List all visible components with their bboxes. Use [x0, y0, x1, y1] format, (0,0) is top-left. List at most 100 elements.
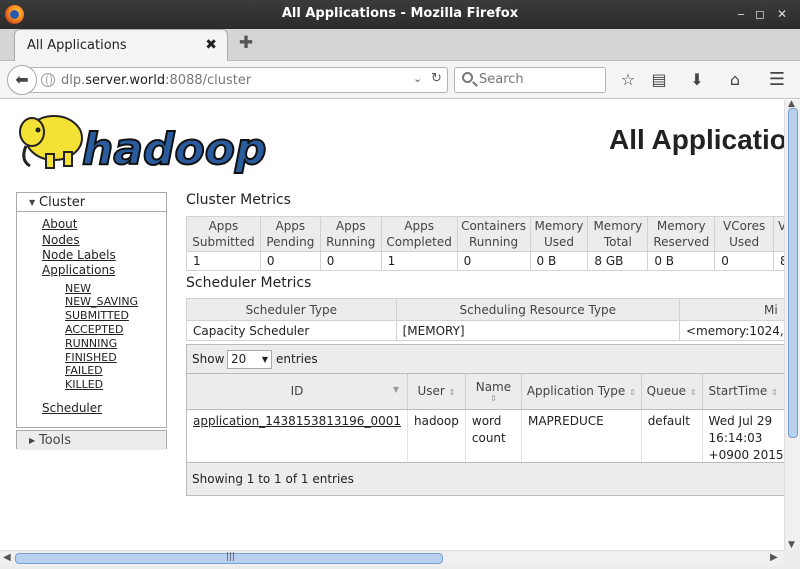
metric-value: 0	[259, 251, 321, 271]
vertical-scrollbar[interactable]: ▲ ▼	[784, 99, 800, 550]
tools-header[interactable]: ▶ Tools	[17, 431, 166, 450]
horizontal-scroll-thumb[interactable]: |||	[15, 552, 443, 564]
sort-icon: ⇕	[490, 393, 497, 403]
applications-footer: Showing 1 to 1 of 1 entries	[187, 462, 784, 495]
app-starttime-cell: Wed Jul 29 16:14:03 +0900 2015	[702, 409, 784, 467]
globe-icon	[41, 73, 55, 87]
scheduler-metrics-title: Scheduler Metrics	[186, 275, 312, 291]
close-window-icon[interactable]: ✕	[774, 6, 790, 22]
metric-header: Memory Used	[529, 216, 589, 252]
column-header-user[interactable]: User ⇕	[407, 374, 466, 410]
scheduler-header: Mi	[678, 298, 784, 321]
sidebar-state-failed[interactable]: FAILED	[65, 364, 103, 377]
app-user-cell: hadoop	[407, 409, 466, 467]
back-button[interactable]: ⬅	[7, 65, 37, 95]
caret-down-icon: ▼	[29, 198, 36, 207]
scroll-left-icon[interactable]: ◀	[3, 552, 11, 563]
metric-value: 0	[456, 251, 531, 271]
app-id-link[interactable]: application_1438153813196_0001	[193, 414, 401, 428]
cluster-metrics-title: Cluster Metrics	[186, 192, 291, 208]
url-text[interactable]: dlp.server.world:8088/cluster	[61, 73, 251, 88]
scheduler-value: [MEMORY]	[395, 320, 680, 341]
minimize-icon[interactable]: ‒	[733, 6, 749, 22]
menu-icon[interactable]: ☰	[766, 69, 788, 91]
navigation-bar: dlp.server.world:8088/cluster ⌄ ↻ ⬅ ☆ ▤ …	[0, 61, 800, 99]
logo-text: hadoop	[82, 124, 266, 174]
maximize-icon[interactable]: ◻	[752, 6, 768, 22]
page-title: All Applications	[609, 124, 784, 155]
vertical-scroll-thumb[interactable]	[788, 108, 798, 438]
url-bar[interactable]: dlp.server.world:8088/cluster ⌄ ↻	[30, 67, 448, 93]
tab-strip: All Applications ✖ ✚	[0, 29, 800, 61]
column-header-starttime[interactable]: StartTime ⇕	[702, 374, 784, 410]
search-input[interactable]	[479, 72, 599, 87]
metric-header: V	[773, 216, 784, 252]
horizontal-scrollbar[interactable]: ◀ ||| ▶	[0, 550, 784, 566]
applications-table: ID ▼ User ⇕ Name ⇕ Application Type ⇕ Queu…	[187, 374, 784, 467]
scroll-right-icon[interactable]: ▶	[770, 552, 778, 563]
home-icon[interactable]: ⌂	[724, 69, 746, 91]
sidebar-state-submitted[interactable]: SUBMITTED	[65, 309, 129, 322]
cluster-header[interactable]: ▼ Cluster	[17, 193, 166, 212]
window-titlebar: All Applications - Mozilla Firefox ‒ ◻ ✕	[0, 0, 800, 29]
scheduler-metrics-table: Scheduler Type Scheduling Resource Type …	[186, 298, 784, 341]
sidebar-state-accepted[interactable]: ACCEPTED	[65, 323, 123, 336]
column-header-application-type[interactable]: Application Type ⇕	[521, 374, 642, 410]
app-type-cell: MAPREDUCE	[521, 409, 642, 467]
sidebar-state-killed[interactable]: KILLED	[65, 378, 103, 391]
metric-header: Containers Running	[456, 216, 531, 252]
column-header-name[interactable]: Name ⇕	[465, 374, 522, 410]
scheduler-header: Scheduling Resource Type	[395, 298, 680, 321]
tools-nav-box: ▶ Tools	[16, 430, 167, 450]
sidebar-state-new-saving[interactable]: NEW_SAVING	[65, 295, 138, 308]
new-tab-icon[interactable]: ✚	[237, 34, 255, 52]
sidebar-link-nodes[interactable]: Nodes	[42, 233, 80, 247]
metric-value: 0	[319, 251, 382, 271]
entries-summary: Showing 1 to 1 of 1 entries	[192, 472, 354, 486]
cluster-metrics-table: Apps Submitted Apps Pending Apps Running Ap…	[186, 216, 784, 271]
metric-value: 8 GB	[587, 251, 649, 271]
app-name-cell: word count	[465, 409, 522, 467]
tab-all-applications[interactable]: All Applications ✖	[14, 29, 228, 61]
sidebar-state-finished[interactable]: FINISHED	[65, 351, 117, 364]
close-tab-icon[interactable]: ✖	[205, 37, 217, 53]
scheduler-value: <memory:1024, v	[678, 320, 784, 341]
sidebar-link-applications[interactable]: Applications	[42, 263, 115, 277]
entries-label: entries	[276, 352, 318, 366]
metric-header: Apps Submitted	[186, 216, 261, 252]
sidebar-state-new[interactable]: NEW	[65, 282, 91, 295]
sidebar-link-node-labels[interactable]: Node Labels	[42, 248, 116, 262]
applications-toolbar: Show 20 ▼ entries	[187, 345, 784, 374]
chevron-down-icon: ▼	[261, 355, 268, 364]
applications-panel: Show 20 ▼ entries ID ▼ User ⇕ Name ⇕ Applic…	[186, 344, 784, 496]
scheduler-value: Capacity Scheduler	[186, 320, 397, 341]
sidebar-state-running[interactable]: RUNNING	[65, 337, 117, 350]
caret-right-icon: ▶	[29, 436, 36, 445]
column-header-queue[interactable]: Queue ⇕	[641, 374, 703, 410]
table-row: application_1438153813196_0001 hadoop wo…	[187, 409, 784, 467]
sidebar-link-scheduler[interactable]: Scheduler	[42, 401, 102, 415]
sidebar-link-about[interactable]: About	[42, 217, 77, 231]
metric-value: 0	[714, 251, 775, 271]
chevron-down-icon[interactable]: ⌄	[413, 72, 422, 85]
metric-value: 0 B	[529, 251, 589, 271]
grip-icon: |||	[226, 552, 236, 562]
metric-value: 1	[186, 251, 261, 271]
metric-header: VCores Used	[714, 216, 775, 252]
page-size-select[interactable]: 20 ▼	[227, 350, 272, 369]
page-content: hadoop All Applications ▼Cluster About N…	[0, 100, 784, 550]
column-header-id[interactable]: ID ▼	[187, 374, 408, 410]
download-icon[interactable]: ⬇	[686, 69, 708, 91]
reading-list-icon[interactable]: ▤	[648, 69, 670, 91]
metric-value: 1	[380, 251, 458, 271]
scroll-down-icon[interactable]: ▼	[788, 540, 795, 550]
sort-icon: ⇕	[771, 388, 778, 398]
window-title: All Applications - Mozilla Firefox	[281, 6, 519, 21]
sort-desc-icon: ▼	[392, 385, 399, 394]
tab-label: All Applications	[27, 38, 127, 53]
show-label: Show	[192, 352, 225, 366]
reload-icon[interactable]: ↻	[431, 71, 442, 86]
bookmark-star-icon[interactable]: ☆	[617, 69, 639, 91]
scheduler-header: Scheduler Type	[186, 298, 397, 321]
search-box[interactable]	[454, 67, 606, 93]
